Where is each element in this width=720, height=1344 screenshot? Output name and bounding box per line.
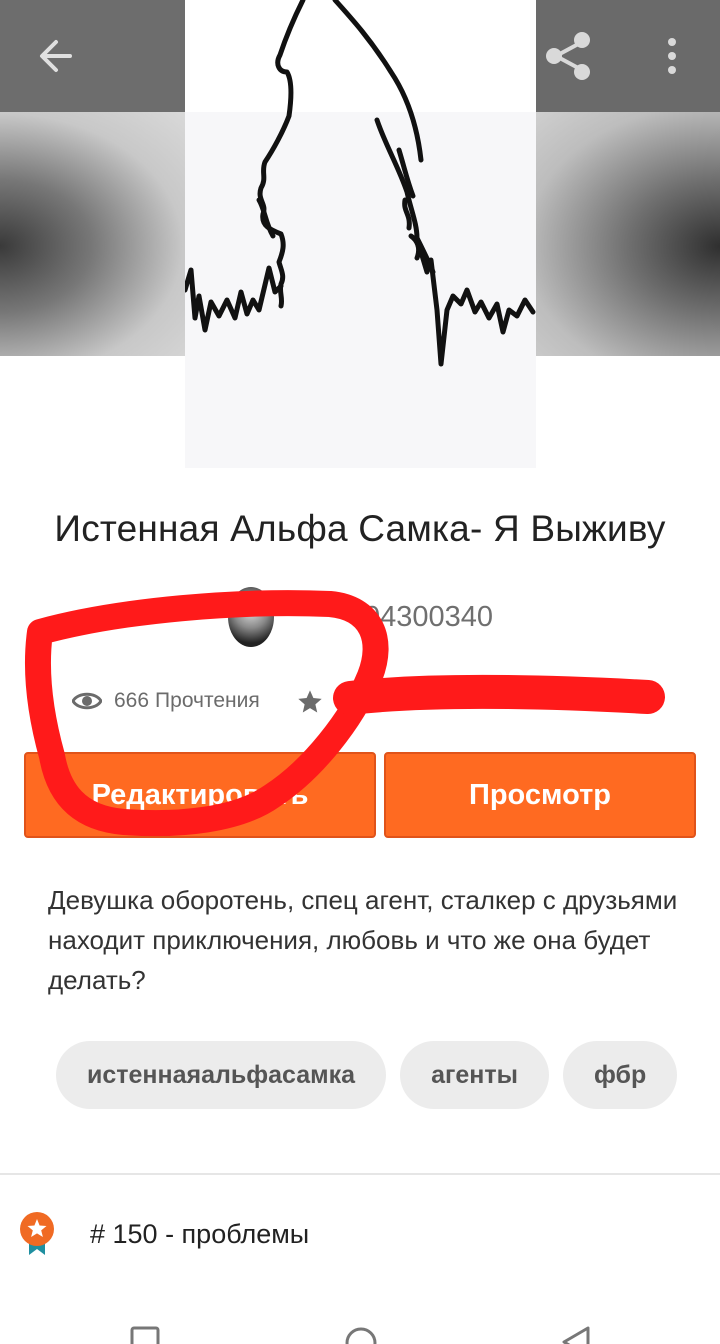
more-vert-icon	[668, 38, 676, 74]
reads-stat: 666 Прочтения	[72, 689, 260, 713]
star-icon	[298, 690, 322, 713]
view-button[interactable]: Просмотр	[384, 752, 696, 838]
story-title: Истенная Альфа Самка- Я Выживу	[54, 508, 666, 549]
back-button[interactable]	[28, 28, 84, 84]
blurred-cover-right	[536, 112, 720, 356]
divider	[0, 1173, 720, 1175]
arrow-left-icon	[40, 40, 72, 72]
story-stats: 666 Прочтения	[72, 684, 260, 718]
tag-chip[interactable]: истеннаяальфасамка	[56, 1041, 387, 1109]
reads-label: Прочтения	[155, 689, 260, 712]
eye-icon	[72, 692, 102, 710]
tag-list: истеннаяальфасамка агенты фбр	[56, 1041, 688, 1109]
tag-chip[interactable]: агенты	[400, 1041, 549, 1109]
author-name[interactable]: 04300340	[364, 601, 493, 634]
story-description: Девушка оборотень, спец агент, сталкер с…	[48, 885, 678, 995]
author-avatar[interactable]	[228, 587, 274, 647]
edit-button[interactable]: Редактировать	[24, 752, 376, 838]
share-icon	[546, 32, 590, 80]
blurred-cover-left	[0, 112, 185, 356]
ranking-row[interactable]: # 150 - проблемы	[18, 1206, 309, 1262]
ranking-badge-icon	[20, 1212, 54, 1255]
reads-count: 666	[114, 689, 150, 712]
author-link[interactable]: 04300340	[228, 586, 493, 648]
share-button[interactable]	[540, 28, 596, 84]
book-cover[interactable]	[185, 0, 536, 468]
recent-apps-icon[interactable]	[130, 1326, 160, 1344]
home-icon[interactable]	[344, 1326, 378, 1344]
system-nav-bar	[0, 1318, 720, 1344]
wolf-heartbeat-drawing	[185, 0, 536, 367]
nav-back-icon[interactable]	[560, 1326, 592, 1344]
tag-chip[interactable]: фбр	[563, 1041, 678, 1109]
more-options-button[interactable]	[644, 28, 700, 84]
ranking-text: # 150 - проблемы	[90, 1218, 310, 1249]
